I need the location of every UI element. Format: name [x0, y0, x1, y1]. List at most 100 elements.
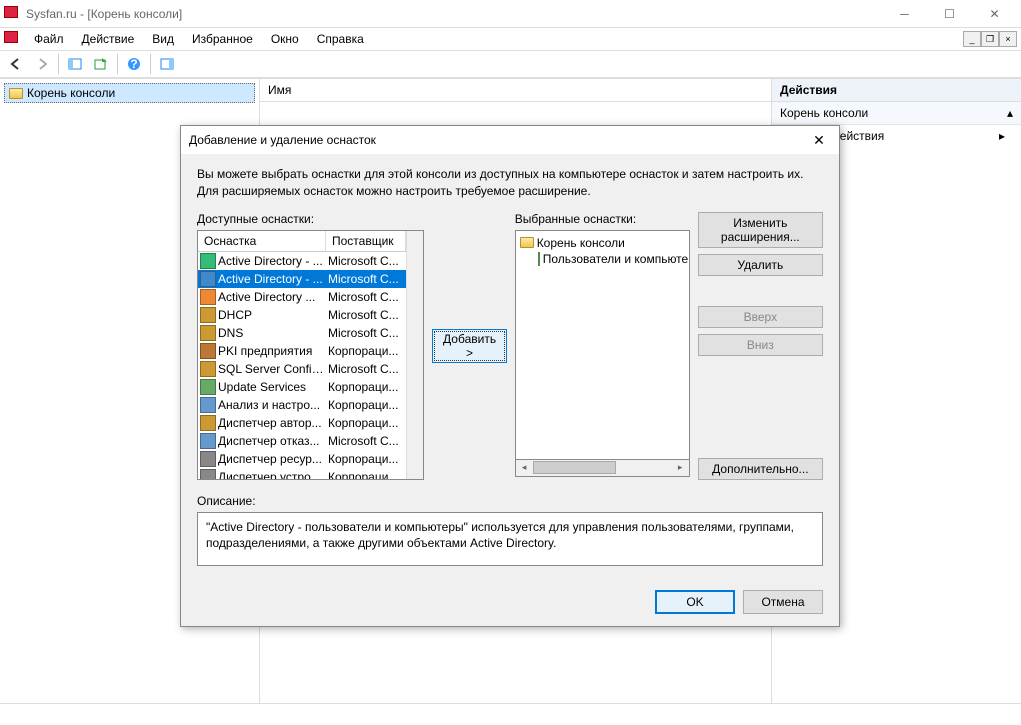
snapin-name: Диспетчер отказ...	[218, 434, 328, 448]
snapin-row[interactable]: Диспетчер отказ...Microsoft C...	[198, 432, 406, 450]
back-button[interactable]	[4, 52, 28, 76]
statusbar	[0, 703, 1021, 725]
close-button[interactable]: ✕	[972, 0, 1017, 28]
export-button[interactable]	[89, 52, 113, 76]
snapin-icon	[200, 289, 216, 305]
snapin-icon	[200, 415, 216, 431]
snapin-icon	[200, 433, 216, 449]
actions-context-label: Корень консоли	[780, 106, 868, 120]
snapin-vendor: Microsoft C...	[328, 362, 404, 376]
snapin-name: Диспетчер автор...	[218, 416, 328, 430]
selected-child[interactable]: Пользователи и компьютеры	[538, 251, 685, 267]
edit-extensions-button[interactable]: Изменить расширения...	[698, 212, 823, 248]
move-up-button[interactable]: Вверх	[698, 306, 823, 328]
show-hide-tree-button[interactable]	[63, 52, 87, 76]
available-scrollbar[interactable]	[406, 231, 423, 479]
snapin-name: DNS	[218, 326, 328, 340]
snapin-row[interactable]: Диспетчер автор...Корпораци...	[198, 414, 406, 432]
snapin-icon	[200, 469, 216, 479]
menubar: Файл Действие Вид Избранное Окно Справка…	[0, 28, 1021, 50]
snapin-vendor: Корпораци...	[328, 416, 404, 430]
mdi-controls: _ ❐ ×	[963, 31, 1017, 47]
snapin-vendor: Корпораци...	[328, 452, 404, 466]
titlebar: Sysfan.ru - [Корень консоли] ─ ☐ ✕	[0, 0, 1021, 28]
minimize-button[interactable]: ─	[882, 0, 927, 28]
snapin-row[interactable]: Анализ и настро...Корпораци...	[198, 396, 406, 414]
mdi-close[interactable]: ×	[999, 31, 1017, 47]
help-button[interactable]: ?	[122, 52, 146, 76]
mdi-restore[interactable]: ❐	[981, 31, 999, 47]
available-label: Доступные оснастки:	[197, 212, 424, 226]
snapin-icon	[538, 252, 540, 266]
snapin-row[interactable]: Update ServicesКорпораци...	[198, 378, 406, 396]
menu-action[interactable]: Действие	[74, 30, 143, 48]
snapin-icon	[200, 397, 216, 413]
snapin-row[interactable]: Диспетчер устро...Корпораци...	[198, 468, 406, 479]
snapin-icon	[200, 343, 216, 359]
snapin-name: Диспетчер ресур...	[218, 452, 328, 466]
snapin-icon	[200, 451, 216, 467]
menu-window[interactable]: Окно	[263, 30, 307, 48]
snapin-row[interactable]: Диспетчер ресур...Корпораци...	[198, 450, 406, 468]
snapin-row[interactable]: PKI предприятияКорпораци...	[198, 342, 406, 360]
ok-button[interactable]: OK	[655, 590, 735, 614]
snapin-vendor: Microsoft C...	[328, 254, 404, 268]
snapin-name: SQL Server Config...	[218, 362, 328, 376]
snapin-name: Active Directory - ...	[218, 272, 328, 286]
menu-file[interactable]: Файл	[26, 30, 72, 48]
col-snapin[interactable]: Оснастка	[198, 231, 326, 251]
available-snapins-list[interactable]: Оснастка Поставщик Active Directory - ..…	[197, 230, 424, 480]
menu-view[interactable]: Вид	[144, 30, 182, 48]
snapin-icon	[200, 379, 216, 395]
snapin-vendor: Microsoft C...	[328, 326, 404, 340]
snapin-row[interactable]: Active Directory - ...Microsoft C...	[198, 252, 406, 270]
maximize-button[interactable]: ☐	[927, 0, 972, 28]
show-action-pane-button[interactable]	[155, 52, 179, 76]
snapin-icon	[200, 361, 216, 377]
remove-button[interactable]: Удалить	[698, 254, 823, 276]
scroll-right-icon[interactable]: ▸	[672, 462, 689, 473]
dialog-close-button[interactable]: ✕	[807, 132, 831, 149]
snapin-vendor: Microsoft C...	[328, 434, 404, 448]
tree-root-item[interactable]: Корень консоли	[4, 83, 255, 103]
menu-favorites[interactable]: Избранное	[184, 30, 261, 48]
snapin-row[interactable]: Active Directory ...Microsoft C...	[198, 288, 406, 306]
tree-root-label: Корень консоли	[27, 86, 115, 100]
snapin-name: Active Directory ...	[218, 290, 328, 304]
scroll-left-icon[interactable]: ◂	[516, 462, 533, 473]
collapse-icon[interactable]: ▴	[1007, 106, 1013, 120]
forward-button[interactable]	[30, 52, 54, 76]
snapin-icon	[200, 253, 216, 269]
snapin-row[interactable]: SQL Server Config...Microsoft C...	[198, 360, 406, 378]
app-icon	[4, 6, 20, 22]
move-down-button[interactable]: Вниз	[698, 334, 823, 356]
app-icon-small	[4, 31, 20, 47]
selected-label: Выбранные оснастки:	[515, 212, 690, 226]
advanced-button[interactable]: Дополнительно...	[698, 458, 823, 480]
description-box: "Active Directory - пользователи и компь…	[197, 512, 823, 566]
menu-help[interactable]: Справка	[309, 30, 372, 48]
center-column-name[interactable]: Имя	[260, 79, 771, 102]
snapin-name: Active Directory - ...	[218, 254, 328, 268]
col-vendor[interactable]: Поставщик	[326, 231, 406, 251]
snapin-vendor: Корпораци...	[328, 470, 404, 479]
snapin-row[interactable]: DHCPMicrosoft C...	[198, 306, 406, 324]
svg-text:?: ?	[130, 57, 137, 71]
cancel-button[interactable]: Отмена	[743, 590, 823, 614]
snapin-vendor: Microsoft C...	[328, 290, 404, 304]
selected-h-scrollbar[interactable]: ◂ ▸	[515, 460, 690, 477]
available-header: Оснастка Поставщик	[198, 231, 406, 252]
snapin-name: Анализ и настро...	[218, 398, 328, 412]
add-remove-snapin-dialog: Добавление и удаление оснасток ✕ Вы може…	[180, 125, 840, 627]
selected-snapins-tree[interactable]: Корень консоли Пользователи и компьютеры	[515, 230, 690, 460]
dialog-titlebar: Добавление и удаление оснасток ✕	[181, 126, 839, 154]
snapin-row[interactable]: Active Directory - ...Microsoft C...	[198, 270, 406, 288]
mdi-minimize[interactable]: _	[963, 31, 981, 47]
actions-context[interactable]: Корень консоли ▴	[772, 102, 1021, 125]
snapin-vendor: Корпораци...	[328, 380, 404, 394]
description-label: Описание:	[197, 494, 823, 508]
chevron-right-icon: ▸	[999, 129, 1005, 143]
selected-root[interactable]: Корень консоли	[520, 235, 685, 251]
snapin-row[interactable]: DNSMicrosoft C...	[198, 324, 406, 342]
add-button[interactable]: Добавить >	[432, 329, 506, 363]
